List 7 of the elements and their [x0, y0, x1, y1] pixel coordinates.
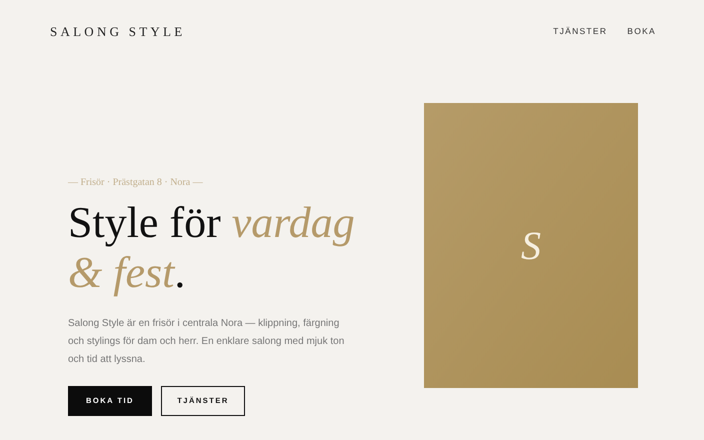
eyebrow-text: — Frisör · Prästgatan 8 · Nora — — [68, 176, 204, 190]
monogram: S — [521, 222, 541, 270]
nav-link[interactable]: TJÄNSTER — [553, 25, 608, 38]
nav-link[interactable]: BOKA — [627, 25, 656, 38]
hero-heading: Style för vardag & fest. — [68, 198, 356, 298]
logo[interactable]: SALONG STYLE — [50, 22, 186, 42]
hero-description: Salong Style är en frisör i centrala Nora — klippning, färgning och stylings för dam och herr. En enklare salong med mjuk ton och tid att lyssna. — [68, 317, 346, 367]
